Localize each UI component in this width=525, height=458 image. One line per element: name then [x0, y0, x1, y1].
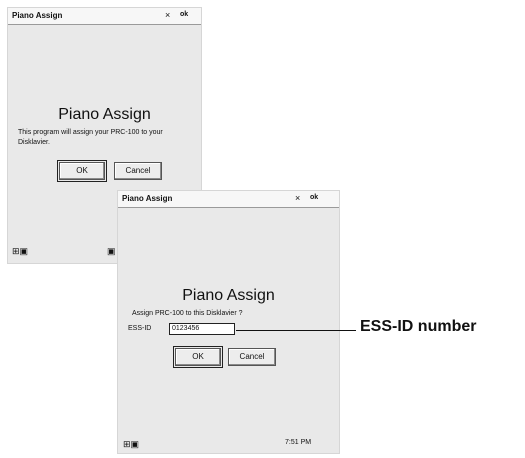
- ok-title-button[interactable]: ok: [310, 194, 318, 201]
- window-title: Piano Assign: [122, 194, 173, 203]
- cancel-button[interactable]: Cancel: [228, 348, 276, 366]
- close-icon[interactable]: ×: [295, 193, 300, 203]
- callout-label: ESS-ID number: [360, 318, 477, 335]
- title-bar: Piano Assign × ok: [118, 191, 339, 208]
- message-text: Assign PRC-100 to this Disklavier ?: [132, 310, 243, 317]
- close-icon[interactable]: ×: [165, 10, 170, 20]
- tray-icon[interactable]: ▣: [107, 246, 116, 257]
- start-icon[interactable]: ⊞▣: [123, 439, 139, 450]
- screen-2: Piano Assign × ok Piano Assign Assign PR…: [118, 191, 339, 453]
- page-heading: Piano Assign: [58, 106, 151, 123]
- ok-title-button[interactable]: ok: [180, 11, 188, 18]
- message-text: This program will assign your PRC-100 to…: [18, 129, 163, 146]
- start-icon[interactable]: ⊞▣: [12, 246, 28, 257]
- essid-field: 0123456: [169, 323, 235, 335]
- ok-button[interactable]: OK: [173, 346, 223, 368]
- title-bar: Piano Assign × ok: [8, 8, 201, 25]
- essid-label: ESS-ID: [128, 325, 152, 332]
- callout-line: [236, 330, 356, 331]
- taskbar-clock: 7:51 PM: [285, 439, 312, 446]
- cancel-button[interactable]: Cancel: [114, 162, 162, 180]
- ok-button[interactable]: OK: [57, 160, 107, 182]
- page-heading: Piano Assign: [182, 287, 275, 304]
- window-title: Piano Assign: [12, 11, 63, 20]
